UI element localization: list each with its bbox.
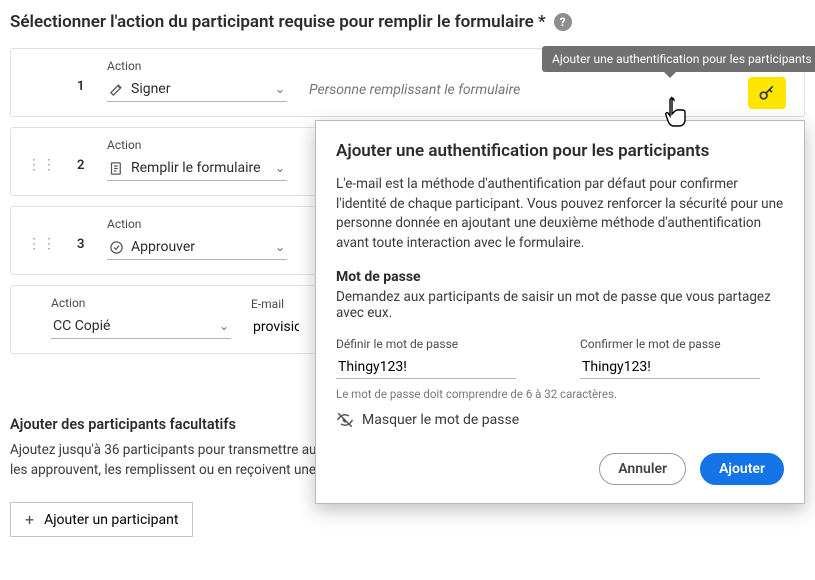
key-icon — [757, 83, 777, 103]
password-hint: Le mot de passe doit comprendre de 6 à 3… — [336, 387, 784, 401]
action-field: Action Approuver ⌄ — [107, 217, 287, 260]
define-password-input[interactable] — [336, 356, 516, 379]
eye-off-icon — [336, 411, 354, 429]
action-dropdown[interactable]: Approuver ⌄ — [107, 235, 287, 260]
add-participant-label: Ajouter un participant — [44, 512, 178, 528]
action-value: Signer — [131, 81, 170, 97]
drag-handle-icon[interactable]: ⋮⋮ — [27, 236, 57, 252]
action-label: Action — [107, 217, 287, 231]
help-icon[interactable]: ? — [554, 13, 572, 31]
mask-password-toggle[interactable]: Masquer le mot de passe — [336, 411, 784, 429]
action-field: Action Remplir le formulaire ⌄ — [107, 138, 287, 181]
action-value: Remplir le formulaire — [131, 160, 261, 176]
email-input[interactable] — [251, 315, 301, 339]
confirm-password-group: Confirmer le mot de passe — [580, 337, 784, 379]
action-value: Approuver — [131, 239, 195, 255]
auth-tooltip: Ajouter une authentification pour les pa… — [542, 46, 815, 72]
plus-icon: + — [25, 510, 34, 529]
row-number: 3 — [77, 237, 87, 252]
form-fill-icon — [109, 161, 124, 176]
password-section-sub: Demandez aux participants de saisir un m… — [336, 289, 784, 321]
confirm-password-label: Confirmer le mot de passe — [580, 337, 784, 351]
define-password-group: Définir le mot de passe — [336, 337, 540, 379]
action-dropdown[interactable]: CC Copié ⌄ — [51, 314, 231, 339]
heading-text: Sélectionner l'action du participant req… — [10, 12, 546, 32]
action-dropdown[interactable]: Signer ⌄ — [107, 77, 287, 102]
chevron-down-icon: ⌄ — [275, 240, 285, 254]
popover-intro: L'e-mail est la méthode d'authentificati… — [336, 175, 784, 253]
row-number: 2 — [77, 158, 87, 173]
action-field: Action Signer ⌄ — [107, 59, 287, 102]
pen-icon — [109, 82, 124, 97]
approve-icon — [109, 240, 124, 255]
chevron-down-icon: ⌄ — [219, 319, 229, 333]
action-label: Action — [107, 59, 287, 73]
action-dropdown[interactable]: Remplir le formulaire ⌄ — [107, 156, 287, 181]
page-title: Sélectionner l'action du participant req… — [10, 12, 805, 32]
popover-title: Ajouter une authentification pour les pa… — [336, 141, 784, 161]
chevron-down-icon: ⌄ — [275, 161, 285, 175]
recipient-input[interactable] — [307, 78, 567, 102]
email-field: E-mail — [251, 297, 301, 339]
drag-handle-icon[interactable]: ⋮⋮ — [27, 157, 57, 173]
action-label: Action — [107, 138, 287, 152]
chevron-down-icon: ⌄ — [275, 82, 285, 96]
mask-password-label: Masquer le mot de passe — [362, 412, 519, 428]
define-password-label: Définir le mot de passe — [336, 337, 540, 351]
add-participant-button[interactable]: + Ajouter un participant — [10, 502, 193, 537]
action-field: Action CC Copié ⌄ — [51, 296, 231, 339]
cancel-button[interactable]: Annuler — [599, 453, 686, 485]
confirm-password-input[interactable] — [580, 356, 760, 379]
password-section-title: Mot de passe — [336, 269, 784, 285]
action-value: CC Copié — [53, 318, 110, 334]
row-number: 1 — [77, 79, 87, 94]
email-label: E-mail — [251, 297, 301, 311]
add-auth-button[interactable] — [748, 77, 786, 109]
add-button[interactable]: Ajouter — [700, 453, 784, 485]
auth-popover: Ajouter une authentification pour les pa… — [315, 120, 805, 504]
action-label: Action — [51, 296, 231, 310]
